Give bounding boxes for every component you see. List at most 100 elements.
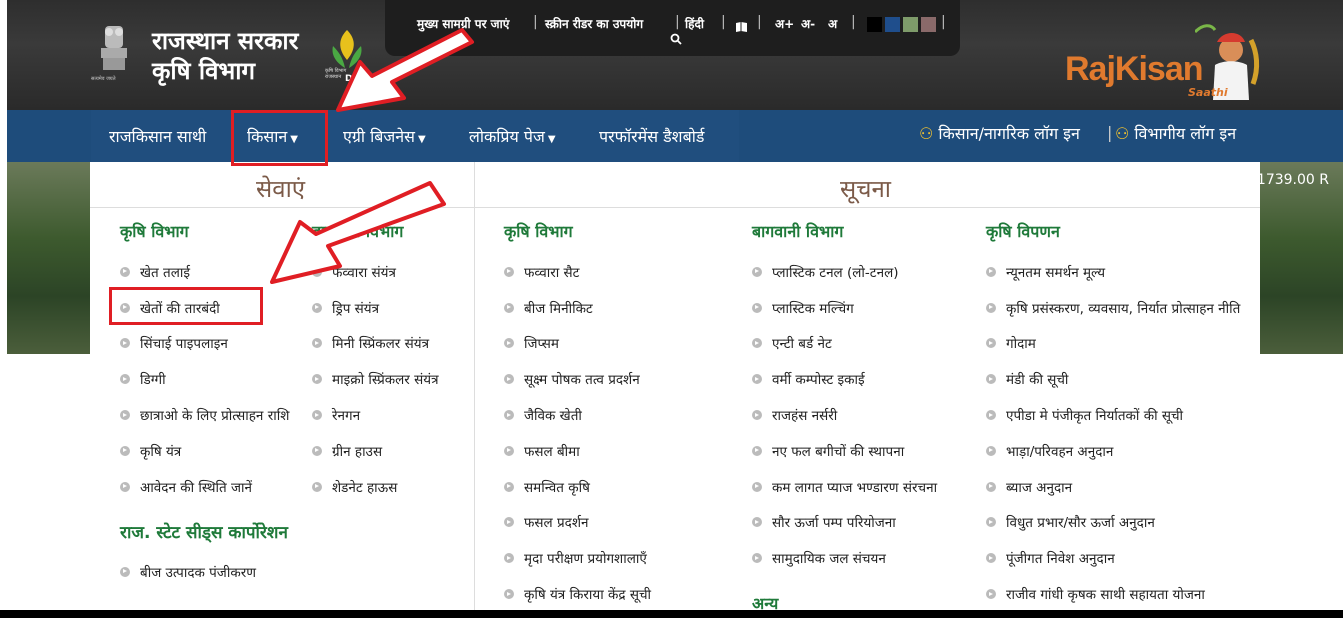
info-bagwani-vibhag-item[interactable]: प्लास्टिक मल्चिंग (752, 290, 937, 326)
caret-down-icon: ▼ (547, 134, 556, 145)
info-krishi-vibhag-item[interactable]: बीज मिनीकिट (504, 290, 651, 326)
column-divider (474, 162, 475, 610)
info-bagwani-vibhag-item[interactable]: नए फल बगीचों की स्थापना (752, 433, 937, 469)
info-krishi-vibhag-item[interactable]: जिप्सम (504, 326, 651, 362)
info-bagwani-vibhag-item[interactable]: सामुदायिक जल संचयन (752, 540, 937, 576)
services-bagwani-vibhag-item[interactable]: मिनी स्प्रिंकलर संयंत्र (312, 326, 439, 362)
chevron-circle-icon (752, 410, 762, 421)
font-normal-button[interactable]: अ (828, 15, 837, 32)
info-krishi-vibhag-item[interactable]: समन्वित कृषि (504, 469, 651, 505)
info-krishi-vipanan-item[interactable]: कृषि प्रसंस्करण, व्यवसाय, निर्यात प्रोत्… (986, 290, 1240, 326)
menu-item-label: विधुत प्रभार/सौर ऊर्जा अनुदान (1006, 515, 1155, 532)
chevron-circle-icon (986, 410, 996, 421)
theme-blue-swatch[interactable] (885, 17, 900, 32)
info-krishi-vipanan-item[interactable]: ब्याज अनुदान (986, 469, 1240, 505)
services-krishi-vibhag-item[interactable]: कृषि यंत्र (120, 433, 289, 469)
info-krishi-vibhag-item[interactable]: मृदा परीक्षण प्रयोगशालाएँ (504, 540, 651, 576)
services-section-title: सेवाएं (256, 175, 306, 203)
menu-item-label: कृषि प्रसंस्करण, व्यवसाय, निर्यात प्रोत्… (1006, 300, 1241, 317)
nav-agri-business-dropdown[interactable]: एग्री बिजनेस ▼ (343, 125, 426, 147)
services-bagwani-vibhag-item[interactable]: ड्रिप संयंत्र (312, 290, 439, 326)
chevron-circle-icon (312, 374, 322, 385)
department-login-link[interactable]: ⚇ विभागीय लॉग इन (1115, 122, 1236, 144)
menu-item-label: खेत तलाई (140, 264, 191, 281)
info-krishi-vibhag-item[interactable]: फसल बीमा (504, 433, 651, 469)
chevron-circle-icon (312, 445, 322, 456)
info-anya-heading: अन्य (752, 594, 779, 610)
search-icon[interactable] (670, 30, 682, 49)
info-bagwani-vibhag-item[interactable]: प्लास्टिक टनल (लो-टनल) (752, 254, 937, 290)
caret-down-icon: ▼ (417, 134, 426, 145)
accessibility-bar: मुख्य सामग्री पर जाएं | स्क्रीन रीडर का … (385, 0, 960, 56)
menu-item-label: जिप्सम (524, 336, 559, 353)
theme-green-swatch[interactable] (903, 17, 918, 32)
info-krishi-vibhag-item[interactable]: सूक्ष्म पोषक तत्व प्रदर्शन (504, 361, 651, 397)
services-krishi-vibhag-item[interactable]: खेतों की तारबंदी (120, 290, 289, 326)
chevron-circle-icon (986, 374, 996, 385)
info-krishi-vibhag-item[interactable]: फसल प्रदर्शन (504, 505, 651, 541)
chevron-circle-icon (986, 553, 996, 564)
chevron-circle-icon (312, 481, 322, 492)
theme-brown-swatch[interactable] (921, 17, 936, 32)
nav-label: लोकप्रिय पेज (469, 127, 545, 146)
info-krishi-vipanan-item[interactable]: मंडी की सूची (986, 361, 1240, 397)
info-krishi-vipanan-item[interactable]: एपीडा मे पंजीकृत निर्यातकों की सूची (986, 397, 1240, 433)
screen-reader-link[interactable]: स्क्रीन रीडर का उपयोग (545, 15, 643, 32)
menu-item-label: राजीव गांधी कृषक साथी सहायता योजना (1006, 587, 1205, 604)
separator: | (757, 14, 762, 30)
info-krishi-vipanan-item[interactable]: न्यूनतम समर्थन मूल्य (986, 254, 1240, 290)
skip-to-content-link[interactable]: मुख्य सामग्री पर जाएं (417, 15, 509, 32)
services-bagwani-vibhag-item[interactable]: रेनगन (312, 397, 439, 433)
theme-black-swatch[interactable] (867, 17, 882, 32)
chevron-circle-icon (986, 338, 996, 349)
user-login-icon: ⚇ (919, 124, 934, 143)
services-krishi-vibhag-item[interactable]: छात्राओ के लिए प्रोत्साहन राशि (120, 397, 289, 433)
services-krishi-vibhag-list: खेत तलाई खेतों की तारबंदी सिंचाई पाइपलाइन ड… (120, 254, 289, 505)
info-krishi-vipanan-item[interactable]: पूंजीगत निवेश अनुदान (986, 540, 1240, 576)
services-bagwani-vibhag-item[interactable]: माइक्रो स्प्रिंकलर संयंत्र (312, 361, 439, 397)
info-bagwani-vibhag-item[interactable]: सौर ऊर्जा पम्प परियोजना (752, 505, 937, 541)
services-bagwani-vibhag-item[interactable]: फव्वारा संयंत्र (312, 254, 439, 290)
nav-popular-pages-dropdown[interactable]: लोकप्रिय पेज ▼ (469, 125, 556, 147)
book-icon[interactable] (735, 18, 748, 37)
font-increase-button[interactable]: अ+ (775, 15, 794, 32)
nav-kisan-dropdown[interactable]: किसान ▼ (247, 125, 298, 147)
info-bagwani-vibhag-item[interactable]: वर्मी कम्पोस्ट इकाई (752, 361, 937, 397)
price-ticker: 21739.00 R (1248, 172, 1329, 188)
caret-down-icon: ▼ (290, 134, 298, 145)
rajkisan-saathi-logo[interactable]: RajKisan Saathi (1065, 20, 1270, 105)
services-krishi-vibhag-item[interactable]: सिंचाई पाइपलाइन (120, 326, 289, 362)
site-title[interactable]: राजस्थान सरकार कृषि विभाग (152, 26, 298, 86)
menu-item-label: मृदा परीक्षण प्रयोगशालाएँ (524, 551, 647, 568)
services-bagwani-vibhag-item[interactable]: शेडनेट हाऊस (312, 469, 439, 505)
info-bagwani-vibhag-item[interactable]: एन्टी बर्ड नेट (752, 326, 937, 362)
info-krishi-vipanan-item[interactable]: राजीव गांधी कृषक साथी सहायता योजना (986, 576, 1240, 610)
info-bagwani-vibhag-item[interactable]: राजहंस नर्सरी (752, 397, 937, 433)
services-krishi-vibhag-item[interactable]: डिग्गी (120, 361, 289, 397)
menu-item-label: ग्रीन हाउस (332, 443, 383, 460)
menu-item-label: एन्टी बर्ड नेट (772, 336, 832, 353)
menu-item-label: फव्वारा संयंत्र (332, 264, 396, 281)
info-krishi-vipanan-item[interactable]: विधुत प्रभार/सौर ऊर्जा अनुदान (986, 505, 1240, 541)
menu-item-label: बीज उत्पादक पंजीकरण (140, 564, 256, 581)
state-emblem-logo[interactable]: सत्यमेव जयते (91, 22, 133, 84)
info-krishi-vibhag-item[interactable]: कृषि यंत्र किराया केंद्र सूची (504, 576, 651, 610)
info-krishi-vipanan-item[interactable]: गोदाम (986, 326, 1240, 362)
services-krishi-vibhag-item[interactable]: खेत तलाई (120, 254, 289, 290)
nav-rajkisan-saathi[interactable]: राजकिसान साथी (109, 125, 206, 147)
info-bagwani-vibhag-item[interactable]: कम लागत प्याज भण्डारण संरचना (752, 469, 937, 505)
font-decrease-button[interactable]: अ- (801, 15, 815, 32)
nav-performance-dashboard[interactable]: परफॉरमेंस डैशबोर्ड (599, 125, 704, 147)
info-krishi-vibhag-item[interactable]: फव्वारा सैट (504, 254, 651, 290)
language-hindi-link[interactable]: हिंदी (685, 15, 704, 32)
info-krishi-vibhag-item[interactable]: जैविक खेती (504, 397, 651, 433)
services-bagwani-vibhag-item[interactable]: ग्रीन हाउस (312, 433, 439, 469)
services-krishi-vibhag-item[interactable]: आवेदन की स्थिति जानें (120, 469, 289, 505)
chevron-circle-icon (504, 517, 514, 528)
services-seeds-corporation-list: बीज उत्पादक पंजीकरण (120, 554, 256, 590)
farmer-citizen-login-link[interactable]: ⚇ किसान/नागरिक लॉग इन (919, 122, 1080, 144)
menu-item-label: बीज मिनीकिट (524, 300, 593, 317)
chevron-circle-icon (986, 302, 996, 313)
services-seeds-corp-item[interactable]: बीज उत्पादक पंजीकरण (120, 554, 256, 590)
info-krishi-vipanan-item[interactable]: भाड़ा/परिवहन अनुदान (986, 433, 1240, 469)
